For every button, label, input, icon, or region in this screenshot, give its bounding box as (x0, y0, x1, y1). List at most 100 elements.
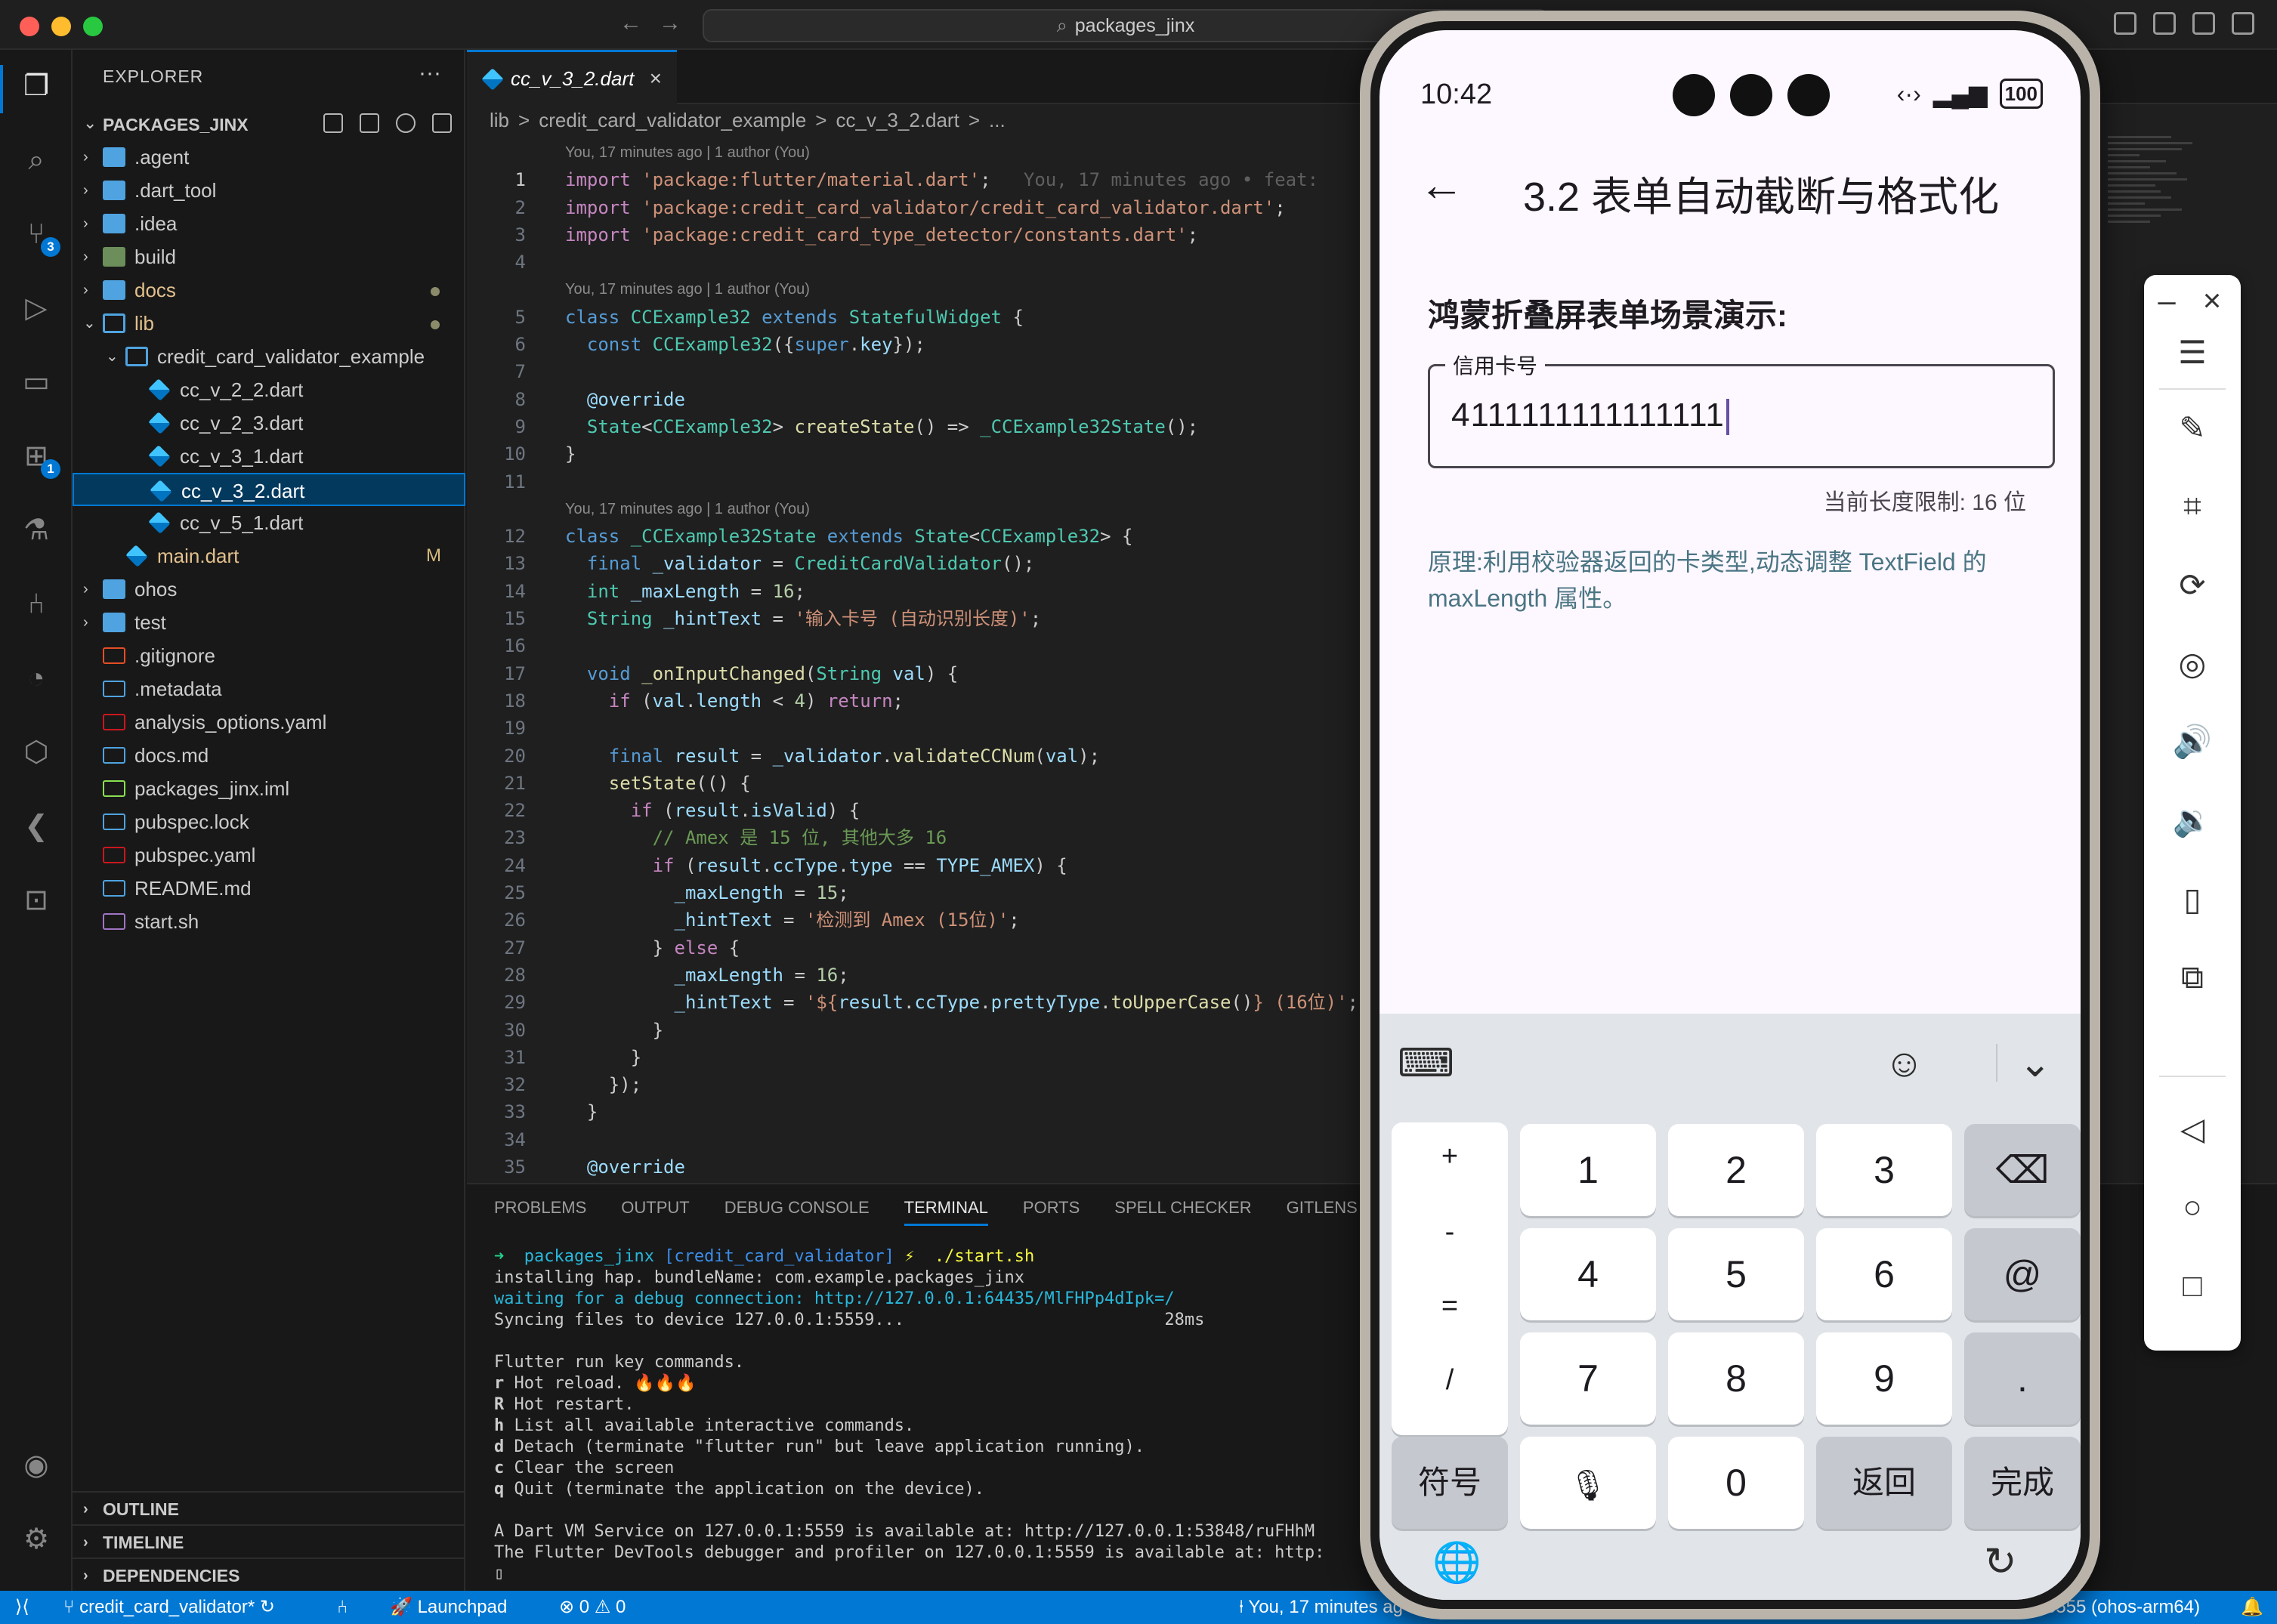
tab-problems[interactable]: PROBLEMS (494, 1198, 586, 1226)
tree-item[interactable]: › .idea (73, 207, 465, 240)
tree-item[interactable]: cc_v_2_3.dart (73, 406, 465, 440)
tree-item[interactable]: analysis_options.yaml (73, 705, 465, 739)
new-folder-icon[interactable] (360, 113, 379, 133)
done-key[interactable]: 完成 (1964, 1437, 2081, 1529)
close-window-button[interactable] (20, 17, 39, 36)
tab-gitlens[interactable]: GITLENS (1287, 1198, 1358, 1226)
customize-layout-icon[interactable] (2232, 12, 2254, 35)
tree-item[interactable]: › .dart_tool (73, 174, 465, 207)
fold-icon[interactable]: ⧉ (2144, 959, 2241, 996)
shake-icon[interactable]: ▯ (2144, 881, 2241, 918)
tree-item[interactable]: .gitignore (73, 639, 465, 672)
tree-item[interactable]: start.sh (73, 905, 465, 938)
remote-indicator-icon[interactable]: ⟩⟨ (15, 1591, 29, 1624)
tree-item[interactable]: ⌄ lib (73, 307, 465, 340)
key-equals[interactable]: = (1392, 1290, 1508, 1323)
key-minus[interactable]: - (1392, 1216, 1508, 1249)
pen-off-icon[interactable]: ✎ (2144, 409, 2241, 446)
recent-icon[interactable]: □ (2144, 1267, 2241, 1304)
tree-item[interactable]: › test (73, 606, 465, 639)
volume-up-icon[interactable]: 🔊 (2144, 724, 2241, 761)
key-dot[interactable]: . (1964, 1332, 2081, 1425)
explorer-icon[interactable]: ❐ (20, 69, 53, 103)
tree-item[interactable]: cc_v_3_1.dart (73, 440, 465, 473)
return-key[interactable]: 返回 (1816, 1437, 1952, 1529)
key-6[interactable]: 6 (1816, 1228, 1952, 1320)
tree-item[interactable]: cc_v_3_2.dart (73, 473, 465, 506)
branch-status[interactable]: ⑂ credit_card_validator* ↻ (63, 1591, 275, 1624)
back-arrow-icon[interactable]: ← (619, 11, 642, 36)
editor-tab-cc_v_3_2[interactable]: cc_v_3_2.dart × (467, 50, 677, 104)
key-5[interactable]: 5 (1668, 1228, 1804, 1320)
key-1[interactable]: 1 (1520, 1124, 1656, 1216)
more-actions-icon[interactable]: ··· (419, 60, 441, 86)
home-icon[interactable]: ○ (2144, 1189, 2241, 1225)
flutter-icon[interactable]: ❮ (20, 810, 53, 843)
volume-down-icon[interactable]: 🔉 (2144, 802, 2241, 839)
refresh-icon[interactable] (396, 113, 416, 133)
code-view[interactable]: You, 17 minutes ago | 1 author (You) 1 im… (467, 139, 1366, 1209)
keyboard-settings-icon[interactable]: ⌨ (1398, 1041, 1454, 1086)
tab-output[interactable]: OUTPUT (621, 1198, 689, 1226)
breadcrumb-symbol[interactable]: ... (989, 109, 1006, 131)
tree-item[interactable]: pubspec.yaml (73, 838, 465, 872)
tree-item[interactable]: cc_v_5_1.dart (73, 506, 465, 539)
blame-codelens[interactable]: You, 17 minutes ago | 1 author (You) (565, 139, 810, 166)
tab-debug-console[interactable]: DEBUG CONSOLE (724, 1198, 870, 1226)
run-debug-icon[interactable]: ▷ (20, 292, 53, 325)
forward-arrow-icon[interactable]: → (659, 11, 681, 36)
tree-item[interactable]: › ohos (73, 573, 465, 606)
toggle-secondary-sidebar-icon[interactable] (2192, 12, 2215, 35)
minimize-icon[interactable]: – (2144, 283, 2189, 319)
screenshot-icon[interactable]: ◎ (2144, 645, 2241, 682)
key-9[interactable]: 9 (1816, 1332, 1952, 1425)
tree-item[interactable]: ⌄ credit_card_validator_example (73, 340, 465, 373)
tree-item[interactable]: main.dart M (73, 539, 465, 573)
voice-key[interactable]: 🎙 (1520, 1437, 1656, 1529)
zoom-window-button[interactable] (83, 17, 103, 36)
dependencies-section[interactable]: › DEPENDENCIES (73, 1558, 465, 1591)
extensions-icon[interactable]: ⊞ 1 (20, 440, 60, 479)
remote-explorer-icon[interactable]: ▭ (20, 366, 53, 399)
bell-icon[interactable]: 🔔 (2241, 1591, 2263, 1624)
credit-card-field[interactable]: 信用卡号 4111111111111111 (1428, 350, 2055, 468)
key-7[interactable]: 7 (1520, 1332, 1656, 1425)
blame-status[interactable]: ⍿ You, 17 minutes ag (1239, 1591, 1403, 1624)
project-header[interactable]: ⌄ PACKAGES_JINX (73, 107, 465, 140)
toggle-panel-icon[interactable] (2153, 12, 2176, 35)
tree-item[interactable]: .metadata (73, 672, 465, 705)
tree-item[interactable]: › docs (73, 273, 465, 307)
chevron-down-icon[interactable]: ⌄ (2019, 1041, 2052, 1086)
blame-codelens[interactable]: You, 17 minutes ago | 1 author (You) (565, 276, 810, 303)
git-graph-status-icon[interactable]: ⑃ (337, 1591, 348, 1624)
tab-ports[interactable]: PORTS (1023, 1198, 1080, 1226)
toggle-primary-sidebar-icon[interactable] (2114, 12, 2136, 35)
key-0[interactable]: 0 (1668, 1437, 1804, 1529)
key-2[interactable]: 2 (1668, 1124, 1804, 1216)
device-inspector-icon[interactable]: ⊡ (20, 884, 53, 917)
globe-icon[interactable]: 🌐 (1432, 1539, 1481, 1585)
tab-terminal[interactable]: TERMINAL (904, 1198, 988, 1226)
tree-item[interactable]: › .agent (73, 140, 465, 174)
testing-icon[interactable]: ⚗ (20, 514, 53, 547)
key-slash[interactable]: / (1392, 1364, 1508, 1397)
git-graph-icon[interactable]: ⑃ (20, 588, 53, 621)
close-icon[interactable]: × (650, 52, 662, 105)
tab-spell-checker[interactable]: SPELL CHECKER (1114, 1198, 1251, 1226)
menu-icon[interactable]: ☰ (2144, 334, 2241, 371)
tree-item[interactable]: › build (73, 240, 465, 273)
gitlens-icon[interactable]: ◔ (20, 662, 53, 695)
symbols-key[interactable]: 符号 (1392, 1437, 1508, 1529)
breadcrumb-folder[interactable]: credit_card_validator_example (539, 109, 806, 131)
tree-item[interactable]: README.md (73, 872, 465, 905)
problems-status[interactable]: ⊗ 0 ⚠ 0 (559, 1591, 626, 1624)
search-icon[interactable]: ⌕ (20, 144, 53, 177)
timeline-section[interactable]: › TIMELINE (73, 1524, 465, 1558)
tree-item[interactable]: pubspec.lock (73, 805, 465, 838)
blame-codelens[interactable]: You, 17 minutes ago | 1 author (You) (565, 496, 810, 523)
accounts-icon[interactable]: ◉ (20, 1449, 53, 1482)
switch-input-icon[interactable]: ↻ (1984, 1539, 2017, 1585)
key-4[interactable]: 4 (1520, 1228, 1656, 1320)
back-arrow-icon[interactable]: ← (1419, 159, 1464, 211)
launchpad-status[interactable]: 🚀 Launchpad (390, 1591, 507, 1624)
